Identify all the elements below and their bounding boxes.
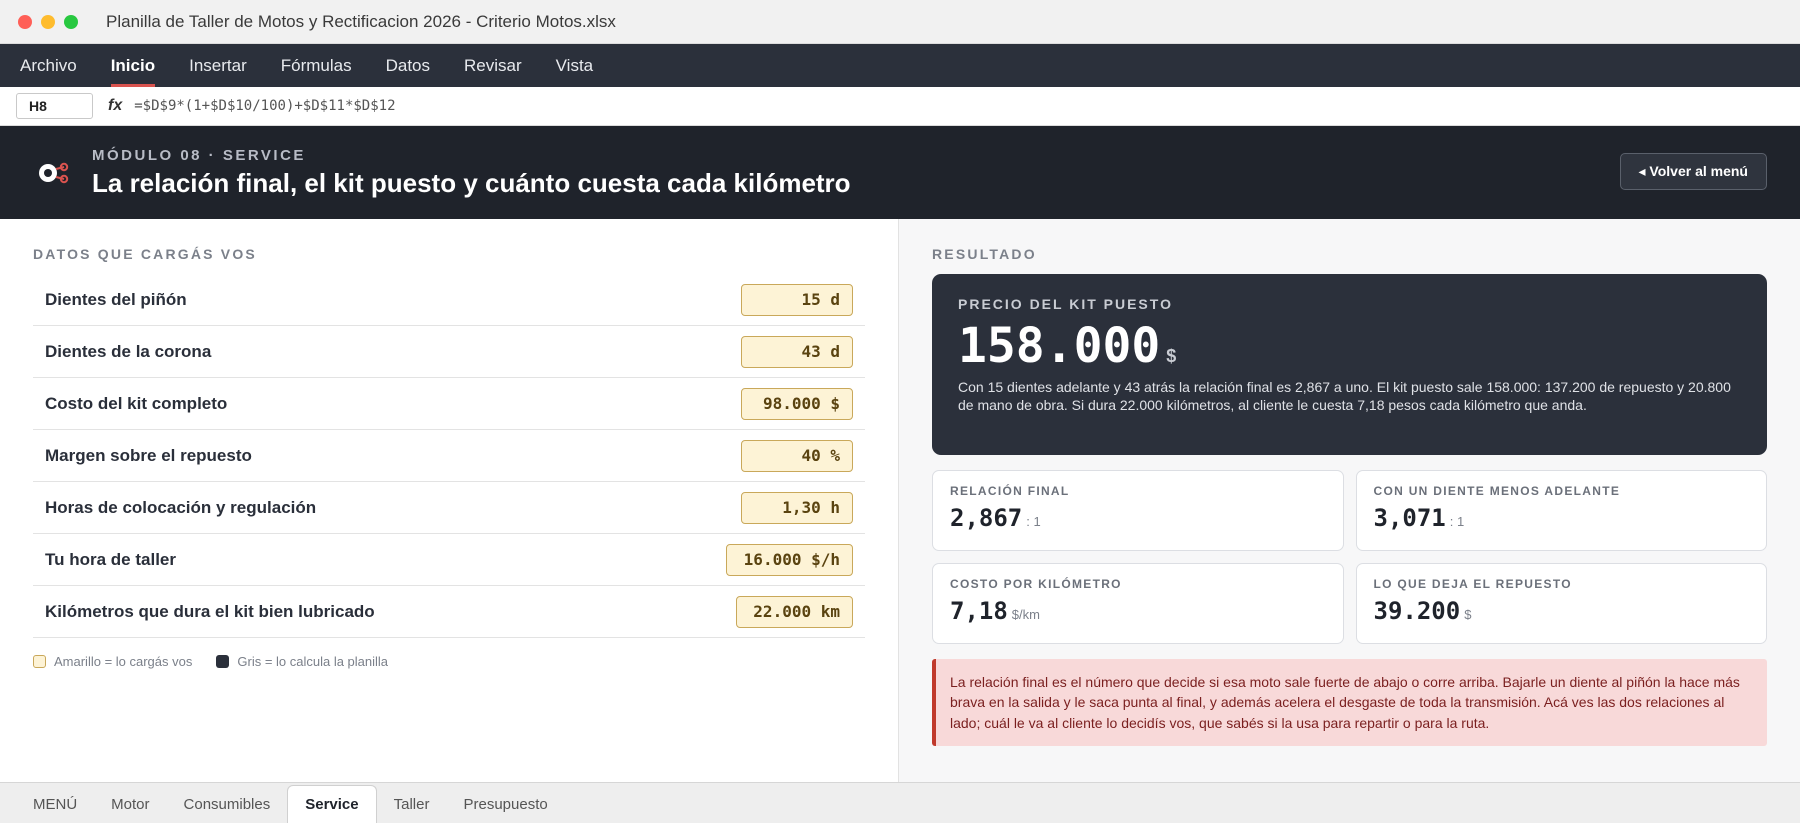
input-row: Dientes del piñón 15 d — [33, 274, 865, 326]
kit-price-description: Con 15 dientes adelante y 43 atrás la re… — [958, 379, 1731, 414]
calc-swatch-icon — [216, 655, 230, 668]
page-title: La relación final, el kit puesto y cuánt… — [92, 167, 851, 198]
sheet-tabs: MENÚ Motor Consumibles Service Taller Pr… — [0, 782, 1800, 823]
results-panel: RESULTADO PRECIO DEL KIT PUESTO 158.000 $… — [899, 219, 1800, 784]
banner-text: MÓDULO 08 · SERVICE La relación final, e… — [92, 147, 851, 199]
input-label: Margen sobre el repuesto — [45, 445, 252, 465]
ratio-minus-one-card: CON UN DIENTE MENOS ADELANTE 3,071: 1 — [1355, 470, 1767, 551]
menu-inicio[interactable]: Inicio — [110, 44, 156, 87]
main-content: DATOS QUE CARGÁS VOS Dientes del piñón 1… — [0, 219, 1800, 784]
kit-price-label: PRECIO DEL KIT PUESTO — [958, 296, 1173, 312]
labor-hours-input[interactable]: 1,30 h — [741, 491, 853, 524]
metrics-grid: RELACIÓN FINAL 2,867: 1 CON UN DIENTE ME… — [932, 470, 1767, 644]
tab-service[interactable]: Service — [287, 785, 377, 823]
window-controls — [18, 14, 78, 29]
input-label: Tu hora de taller — [45, 549, 176, 569]
crown-teeth-input[interactable]: 43 d — [741, 335, 853, 368]
module-banner: MÓDULO 08 · SERVICE La relación final, e… — [0, 126, 1800, 219]
final-ratio-card: RELACIÓN FINAL 2,867: 1 — [932, 470, 1344, 551]
module-tag: MÓDULO 08 · SERVICE — [92, 146, 306, 164]
menu-revisar[interactable]: Revisar — [464, 44, 522, 87]
kit-price-value: 158.000 $ — [958, 318, 1177, 374]
formula-input[interactable]: =$D$9*(1+$D$10/100)+$D$11*$D$12 — [134, 98, 395, 114]
input-row: Margen sobre el repuesto 40 % — [33, 430, 865, 482]
input-label: Horas de colocación y regulación — [45, 497, 317, 517]
window-title: Planilla de Taller de Motos y Rectificac… — [106, 11, 616, 31]
tab-presupuesto[interactable]: Presupuesto — [446, 785, 564, 823]
input-label: Dientes de la corona — [45, 341, 212, 361]
results-section-title: RESULTADO — [932, 246, 1037, 262]
tab-consumibles[interactable]: Consumibles — [167, 785, 288, 823]
input-label: Costo del kit completo — [45, 393, 228, 413]
menu-archivo[interactable]: Archivo — [20, 44, 77, 87]
pinion-teeth-input[interactable]: 15 d — [741, 283, 853, 316]
input-label: Dientes del piñón — [45, 289, 187, 309]
input-row: Horas de colocación y regulación 1,30 h — [33, 482, 865, 534]
cell-reference-box[interactable]: H8 — [16, 93, 93, 119]
menu-vista[interactable]: Vista — [556, 44, 594, 87]
back-to-menu-button[interactable]: ◂ Volver al menú — [1619, 153, 1767, 190]
menu-datos[interactable]: Datos — [386, 44, 430, 87]
input-row: Kilómetros que dura el kit bien lubricad… — [33, 586, 865, 638]
fx-icon: fx — [108, 97, 123, 114]
input-row: Costo del kit completo 98.000 $ — [33, 378, 865, 430]
parts-profit-card: LO QUE DEJA EL REPUESTO 39.200 $ — [1355, 563, 1767, 644]
inputs-panel: DATOS QUE CARGÁS VOS Dientes del piñón 1… — [0, 219, 899, 784]
input-swatch-icon — [33, 655, 46, 668]
menu-bar: Archivo Inicio Insertar Fórmulas Datos R… — [0, 44, 1800, 87]
tab-taller[interactable]: Taller — [377, 785, 447, 823]
margin-input[interactable]: 40 % — [741, 439, 853, 472]
window-titlebar: Planilla de Taller de Motos y Rectificac… — [0, 0, 1800, 44]
inputs-section-title: DATOS QUE CARGÁS VOS — [33, 246, 257, 262]
input-row: Tu hora de taller 16.000 $/h — [33, 534, 865, 586]
maximize-window-button[interactable] — [64, 14, 78, 29]
input-row: Dientes de la corona 43 d — [33, 326, 865, 378]
input-label: Kilómetros que dura el kit bien lubricad… — [45, 601, 375, 621]
menu-insertar[interactable]: Insertar — [189, 44, 247, 87]
kit-price-card: PRECIO DEL KIT PUESTO 158.000 $ Con 15 di… — [932, 274, 1767, 455]
kit-cost-input[interactable]: 98.000 $ — [741, 387, 853, 420]
menu-formulas[interactable]: Fórmulas — [281, 44, 352, 87]
close-window-button[interactable] — [18, 14, 32, 29]
minimize-window-button[interactable] — [41, 14, 55, 29]
tab-menu[interactable]: MENÚ — [16, 785, 94, 823]
tab-motor[interactable]: Motor — [94, 785, 166, 823]
kit-km-input[interactable]: 22.000 km — [736, 595, 853, 628]
motorcycle-logo-icon — [39, 162, 69, 183]
legend-calc: Gris = lo calcula la planilla — [216, 654, 388, 669]
ratio-note: La relación final es el número que decid… — [932, 659, 1767, 746]
legend: Amarillo = lo cargás vos Gris = lo calcu… — [33, 654, 865, 669]
legend-input: Amarillo = lo cargás vos — [33, 654, 192, 669]
formula-bar: H8 fx =$D$9*(1+$D$10/100)+$D$11*$D$12 — [0, 87, 1800, 126]
hourly-rate-input[interactable]: 16.000 $/h — [726, 543, 853, 576]
cost-per-km-card: COSTO POR KILÓMETRO 7,18 $/km — [932, 563, 1344, 644]
